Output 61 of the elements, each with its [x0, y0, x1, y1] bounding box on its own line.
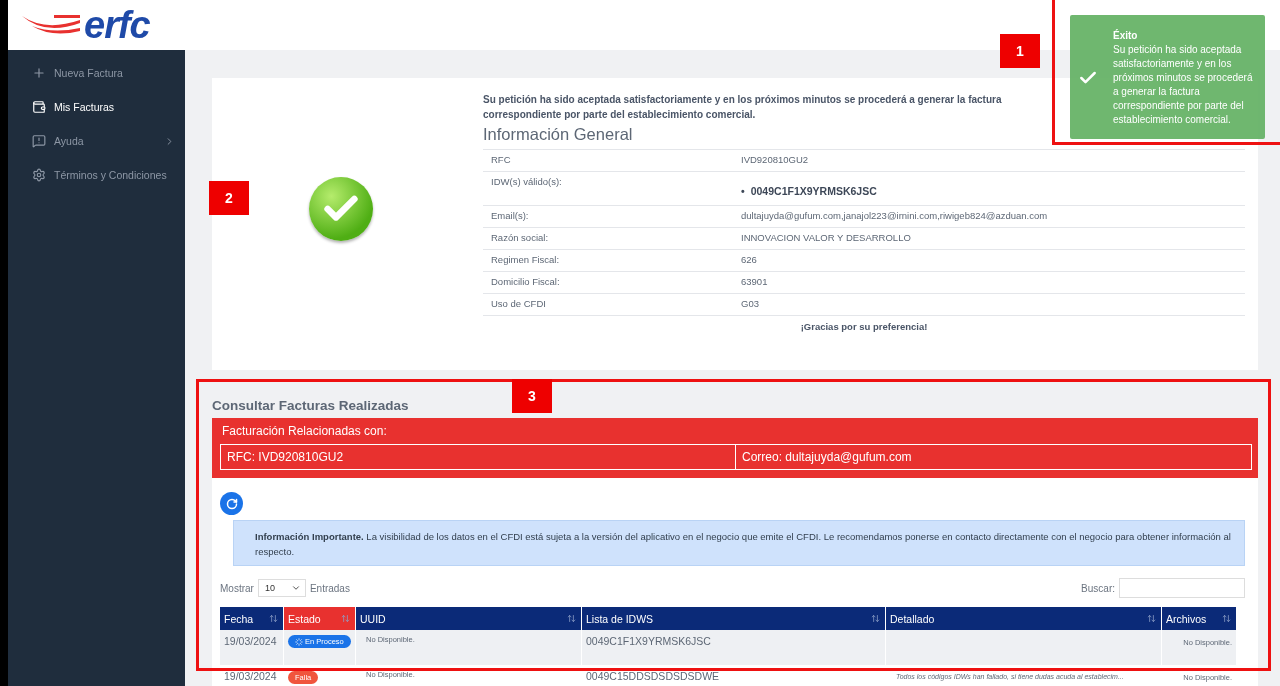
toast-title: Éxito	[1113, 29, 1138, 43]
column-header[interactable]: Archivos	[1162, 607, 1237, 630]
refresh-icon	[225, 497, 238, 510]
field-value: INNOVACION VALOR Y DESARROLLO	[741, 232, 912, 245]
sidebar-item[interactable]: Ayuda	[8, 124, 185, 158]
toast-message: Su petición ha sido aceptada satisfactoriamente y en los próximos minutos se procederá a generar la factura correspondiente por parte del establecimiento comercial.	[1113, 43, 1254, 127]
success-check-icon	[309, 177, 373, 241]
field-value: 63901	[741, 276, 769, 289]
sort-icon	[567, 614, 576, 623]
chevron-down-icon	[290, 583, 301, 593]
thanks-text: ¡Gracias por su preferencia!	[800, 321, 928, 332]
email-text: Correo: dultajuyda@gufum.com	[736, 444, 1252, 470]
annotation-number: 2	[209, 181, 249, 215]
sort-icon	[269, 614, 278, 623]
sidebar-item[interactable]: Términos y Condiciones	[8, 158, 185, 192]
show-label: Mostrar	[220, 582, 254, 594]
annotation-number: 1	[1000, 34, 1040, 68]
page-size-select[interactable]: 10	[257, 579, 306, 597]
sort-icon	[1222, 614, 1231, 623]
settings-icon	[32, 168, 46, 182]
field-label: Regimen Fiscal:	[491, 254, 561, 267]
info-notice: Información Importante. La visibilidad de los datos en el CFDI está sujeta a la versión del aplicativo en el negocio que emite el CFDI. Le recomendamos ponerse en contacto directamente con el negocio para obtener información al respecto.	[233, 520, 1245, 566]
field-value: 626	[741, 254, 758, 267]
section-title: Consultar Facturas Realizadas	[212, 398, 410, 413]
table-cell: 0049C1F1X9YRMSK6JSC	[582, 630, 886, 665]
logo: erfc	[20, 3, 150, 47]
entries-label: Entradas	[309, 582, 350, 594]
column-header[interactable]: Detallado	[886, 607, 1162, 630]
field-label: RFC	[491, 154, 512, 167]
column-header[interactable]: UUID	[356, 607, 582, 630]
field-label: Razón social:	[491, 232, 550, 245]
field-value: IVD920810GU2	[741, 154, 810, 167]
column-header[interactable]: Fecha	[220, 607, 284, 630]
column-header[interactable]: Lista de IDWS	[582, 607, 886, 630]
refresh-button[interactable]	[220, 492, 243, 515]
success-message: Su petición ha sido aceptada satisfactoriamente y en los próximos minutos se procederá a generar la factura correspondiente por parte del establecimiento comercial.	[483, 93, 1003, 122]
search-label: Buscar:	[1081, 582, 1115, 594]
wallet-icon	[32, 100, 46, 114]
search-field[interactable]	[1119, 578, 1245, 598]
help-icon	[32, 134, 46, 148]
rfc-text: RFC: IVD920810GU2	[220, 444, 736, 470]
sort-icon	[871, 614, 880, 623]
bullet-marker: •	[741, 185, 745, 197]
field-value: G03	[741, 298, 760, 311]
field-value: 0049C1F1X9YRMSK6JSC	[750, 185, 877, 197]
field-label: Domicilio Fiscal:	[491, 276, 561, 289]
plus-icon	[32, 66, 46, 80]
field-label: Uso de CFDI	[491, 298, 547, 311]
field-value: dultajuyda@gufum.com,janajol223@irnini.com,riwigeb824@azduan.com	[741, 210, 1049, 223]
panel-title: Facturación Relacionadas con:	[222, 424, 387, 438]
sidebar-item[interactable]: Mis Facturas	[8, 90, 185, 124]
section-heading: Información General	[483, 125, 634, 144]
annotation-number: 3	[512, 379, 552, 413]
field-label: Email(s):	[491, 210, 530, 223]
sidebar-item[interactable]: Nueva Factura	[8, 56, 185, 90]
sort-icon	[1147, 614, 1156, 623]
table-cell: 19/03/2024	[220, 630, 284, 665]
sort-icon	[341, 614, 350, 623]
field-label: IDW(s) válido(s):	[491, 176, 563, 189]
column-header[interactable]: Estado	[284, 607, 356, 630]
spinner-icon	[295, 637, 303, 646]
